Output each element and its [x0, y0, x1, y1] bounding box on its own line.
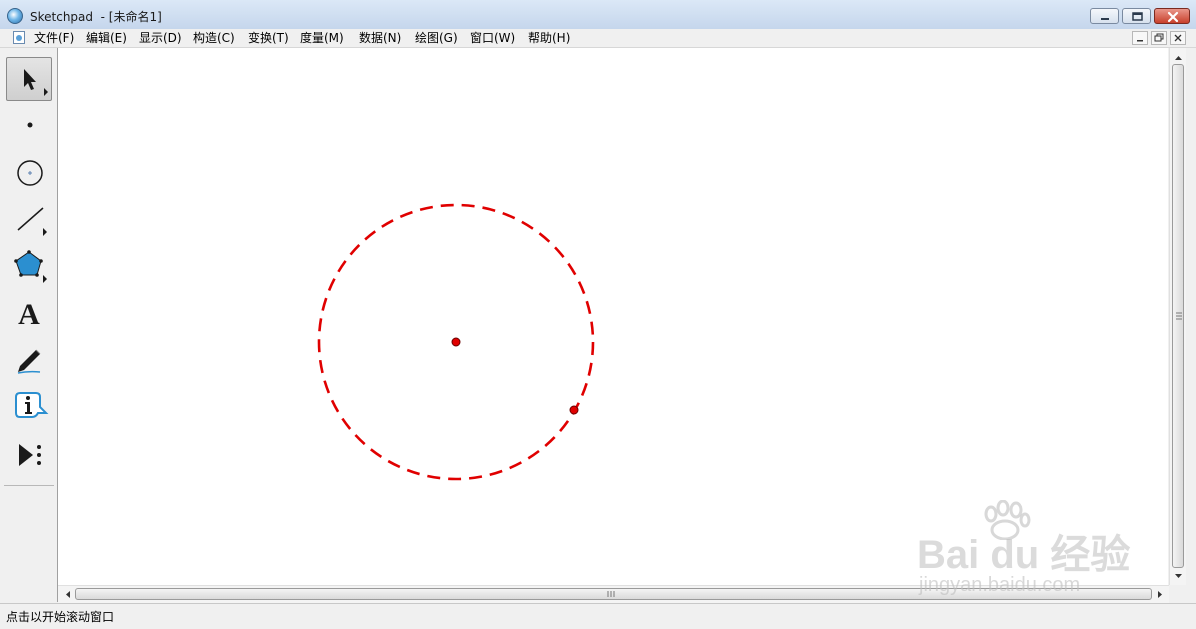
document-icon[interactable]: [13, 31, 25, 44]
menu-data[interactable]: 数据(N): [359, 30, 401, 46]
restore-icon: [1154, 33, 1164, 42]
scrollbar-corner: [1169, 585, 1196, 602]
doc-close-button[interactable]: [1170, 31, 1186, 45]
menu-transform[interactable]: 变换(T): [248, 30, 289, 46]
menu-help[interactable]: 帮助(H): [528, 30, 570, 46]
selection-arrow-tool[interactable]: [6, 57, 52, 101]
close-icon: [1167, 11, 1179, 23]
information-tool[interactable]: [6, 385, 52, 429]
scroll-down-icon[interactable]: [1170, 568, 1187, 584]
center-point[interactable]: [451, 337, 461, 347]
minimize-button[interactable]: [1090, 8, 1119, 24]
menu-file[interactable]: 文件(F): [34, 30, 74, 46]
straightedge-tool[interactable]: [6, 198, 52, 242]
window-title: Sketchpad - [未命名1]: [30, 10, 162, 24]
status-bar: 点击以开始滚动窗口: [0, 603, 1196, 629]
status-text: 点击以开始滚动窗口: [6, 610, 115, 624]
minimize-icon: [1101, 18, 1109, 20]
menu-construct[interactable]: 构造(C): [193, 30, 235, 46]
horizontal-scroll-thumb[interactable]: [75, 588, 1152, 600]
menu-graph[interactable]: 绘图(G): [415, 30, 458, 46]
menu-display[interactable]: 显示(D): [139, 30, 182, 46]
close-button[interactable]: [1154, 8, 1190, 24]
doc-restore-button[interactable]: [1151, 31, 1167, 45]
arrow-cursor-icon: [24, 69, 48, 96]
restore-button[interactable]: [1122, 8, 1151, 24]
pentagon-icon: [14, 250, 47, 283]
marker-tool[interactable]: [6, 338, 52, 382]
scroll-left-icon[interactable]: [60, 586, 76, 603]
circle-icon: [17, 160, 43, 186]
letter-a-icon: A: [18, 298, 40, 331]
title-bar: Sketchpad - [未命名1]: [0, 0, 1196, 30]
compass-tool[interactable]: [6, 151, 52, 195]
grip-icon: [1176, 312, 1182, 320]
toolbox-divider: [4, 485, 54, 486]
toolbox: A: [0, 48, 58, 602]
doc-minimize-button[interactable]: [1132, 31, 1148, 45]
restore-icon: [1132, 12, 1143, 21]
polygon-tool[interactable]: [6, 244, 52, 288]
menu-edit[interactable]: 编辑(E): [86, 30, 127, 46]
horizontal-scrollbar[interactable]: [58, 585, 1169, 603]
close-icon: [1174, 34, 1182, 42]
radius-point[interactable]: [569, 405, 579, 415]
point-icon: [27, 122, 33, 128]
window-edge: [1186, 48, 1196, 585]
vertical-scroll-thumb[interactable]: [1172, 64, 1184, 568]
minimize-icon: [1137, 40, 1143, 42]
svg-text:A: A: [18, 298, 40, 331]
point-tool[interactable]: [6, 103, 52, 147]
play-menu-icon: [19, 444, 41, 466]
sketch-drawing: [317, 203, 595, 481]
grip-icon: [607, 591, 615, 597]
sketch-canvas[interactable]: [58, 48, 1168, 585]
scroll-right-icon[interactable]: [1152, 586, 1168, 603]
text-tool[interactable]: A: [6, 292, 52, 336]
menu-bar: 文件(F) 编辑(E) 显示(D) 构造(C) 变换(T) 度量(M) 数据(N…: [0, 29, 1196, 48]
menu-measure[interactable]: 度量(M): [300, 30, 344, 46]
info-icon: [15, 392, 49, 418]
vertical-scrollbar[interactable]: [1169, 48, 1187, 585]
custom-tool[interactable]: [6, 433, 52, 477]
segment-icon: [17, 207, 47, 236]
menu-window[interactable]: 窗口(W): [470, 30, 515, 46]
sketchpad-app-icon[interactable]: [7, 8, 23, 24]
pen-icon: [17, 349, 41, 374]
sketchpad-window: Sketchpad - [未命名1] 文件(F) 编辑(E) 显示(D) 构造(…: [0, 0, 1196, 629]
